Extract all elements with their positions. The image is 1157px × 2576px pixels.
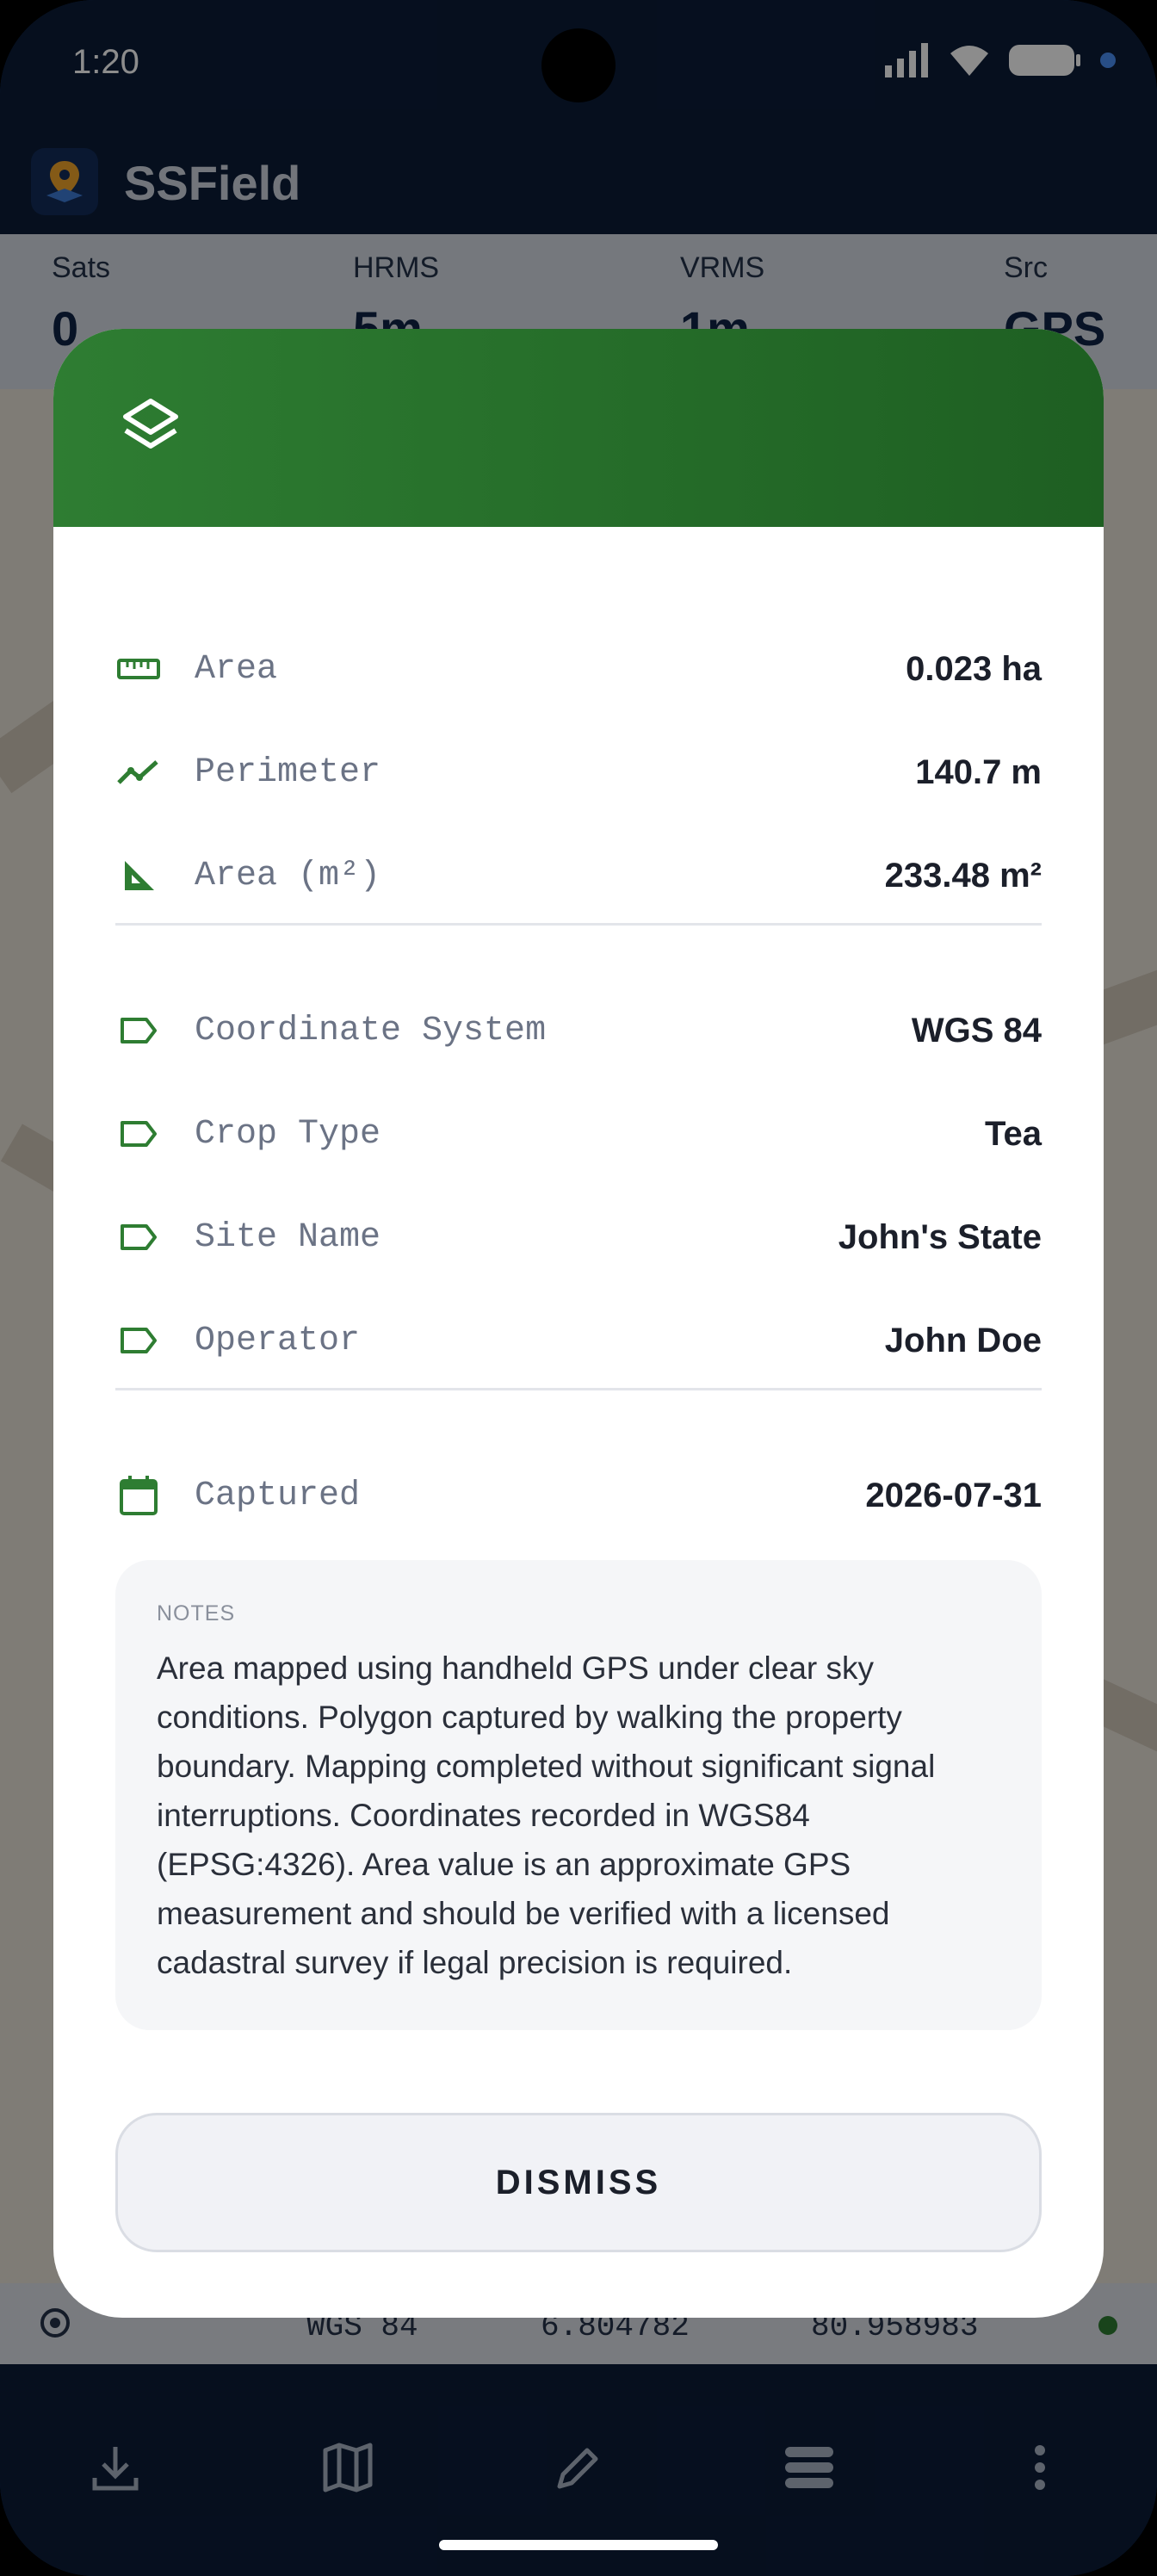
row-value: 233.48 m²	[884, 856, 1042, 895]
row-value: John's State	[838, 1217, 1042, 1256]
row-operator: Operator John Doe	[115, 1310, 1042, 1371]
polygon-details-dialog: Area 0.023 ha Perimeter 140.7 m Area (m²…	[53, 329, 1104, 2318]
row-label: Operator	[195, 1321, 361, 1360]
tag-icon	[115, 1317, 162, 1364]
notes-text: Area mapped using handheld GPS under cle…	[157, 1650, 936, 1980]
dialog-header	[53, 329, 1104, 527]
row-value: Tea	[985, 1114, 1042, 1153]
divider	[115, 923, 1042, 926]
home-indicator[interactable]	[439, 2540, 718, 2550]
set-square-icon	[115, 852, 162, 899]
row-label: Site Name	[195, 1217, 381, 1257]
row-value: 140.7 m	[915, 752, 1042, 791]
row-label: Coordinate System	[195, 1011, 547, 1050]
row-value: John Doe	[884, 1321, 1042, 1359]
row-area-m2: Area (m²) 233.48 m²	[115, 845, 1042, 906]
notes-box: NOTES Area mapped using handheld GPS und…	[115, 1560, 1042, 2030]
row-captured: Captured 2026-07-31	[115, 1465, 1042, 1526]
row-site-name: Site Name John's State	[115, 1207, 1042, 1267]
row-value: 2026-07-31	[865, 1476, 1042, 1514]
divider	[115, 1388, 1042, 1390]
row-coordinate-system: Coordinate System WGS 84	[115, 1000, 1042, 1061]
row-label: Perimeter	[195, 752, 381, 792]
row-area: Area 0.023 ha	[115, 639, 1042, 699]
row-label: Area	[195, 649, 278, 689]
tag-icon	[115, 1214, 162, 1260]
row-label: Crop Type	[195, 1114, 381, 1154]
row-value: WGS 84	[911, 1011, 1042, 1050]
row-crop-type: Crop Type Tea	[115, 1104, 1042, 1164]
layers-icon	[123, 399, 178, 449]
tag-icon	[115, 1111, 162, 1157]
row-label: Area (m²)	[195, 856, 381, 895]
row-label: Captured	[195, 1476, 361, 1515]
phone-screen: 1:20 SSField Sats 0 HRMS 5m VRMS 1m Src	[0, 0, 1157, 2576]
row-value: 0.023 ha	[906, 649, 1042, 688]
tag-icon	[115, 1007, 162, 1054]
ruler-icon	[115, 646, 162, 692]
dismiss-button[interactable]: DISMISS	[115, 2113, 1042, 2252]
row-perimeter: Perimeter 140.7 m	[115, 742, 1042, 802]
calendar-icon	[115, 1472, 162, 1519]
trend-line-icon	[115, 749, 162, 796]
notes-label: NOTES	[157, 1601, 236, 1625]
